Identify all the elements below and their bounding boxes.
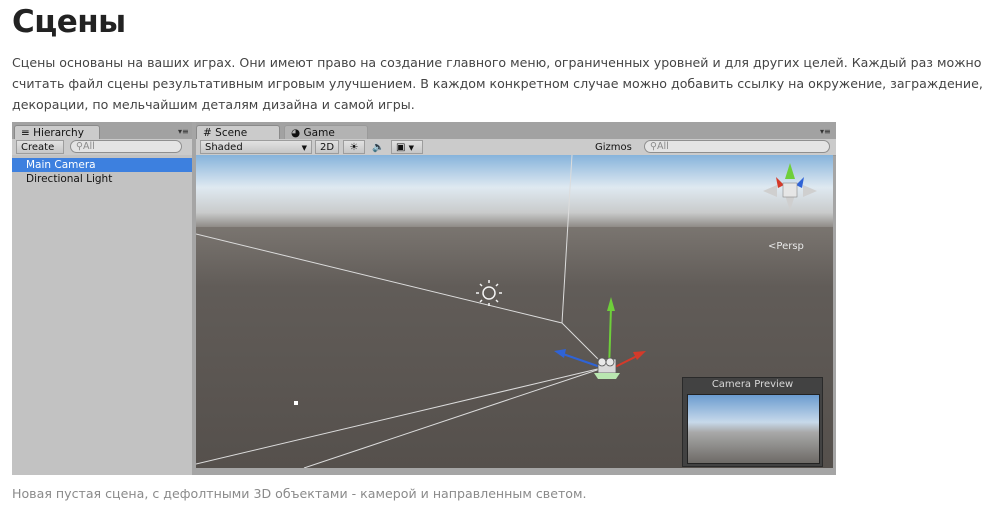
tab-game[interactable]: ◕ Game <box>284 125 368 140</box>
tab-scene[interactable]: # Scene <box>196 125 280 140</box>
mode-2d-toggle[interactable]: 2D <box>315 140 339 154</box>
panel-menu-icon[interactable]: ▾≡ <box>178 128 189 136</box>
sky <box>196 155 833 227</box>
sun-icon: ☀ <box>349 142 359 153</box>
tab-hierarchy[interactable]: ≡ Hierarchy <box>14 125 100 140</box>
panel-menu-icon[interactable]: ▾≡ <box>820 128 831 136</box>
page-title: Сцены <box>12 4 126 40</box>
camera-preview-image <box>687 394 820 464</box>
hierarchy-list: Main Camera Directional Light <box>12 155 192 475</box>
lighting-toggle[interactable]: ☀ <box>343 140 365 154</box>
figure-caption: Новая пустая сцена, с дефолтными 3D объе… <box>12 486 587 501</box>
point-marker <box>294 401 298 405</box>
gizmos-dropdown[interactable]: Gizmos ▼ <box>590 140 642 166</box>
projection-label[interactable]: <Persp <box>768 241 804 252</box>
hierarchy-search-placeholder: All <box>82 141 95 152</box>
list-icon: ≡ <box>21 127 30 139</box>
speaker-icon: 🔈 <box>372 142 385 153</box>
camera-preview-title: Camera Preview <box>711 379 794 390</box>
effects-dropdown[interactable]: ▣ ▼ <box>391 140 423 154</box>
shading-mode-dropdown[interactable]: Shaded ▼ <box>200 140 312 154</box>
audio-toggle[interactable]: 🔈 <box>367 140 387 154</box>
scene-tabstrip: # Scene ◕ Game ▾≡ <box>196 122 836 140</box>
hierarchy-tabstrip: ≡ Hierarchy ▾≡ <box>12 122 192 140</box>
chevron-down-icon: ▼ <box>301 144 307 152</box>
create-dropdown[interactable]: Create ▼ <box>16 140 64 166</box>
unity-editor-screenshot: ≡ Hierarchy ▾≡ Create ▼ ⚲All Main Camera… <box>12 122 836 475</box>
hierarchy-item-directional-light[interactable]: Directional Light <box>12 172 192 186</box>
tab-hierarchy-label: Hierarchy <box>33 127 84 139</box>
scene-viewport[interactable]: <Persp Camera Preview <box>196 155 833 468</box>
projection-text: Persp <box>776 241 804 252</box>
search-icon: ⚲ <box>76 141 83 152</box>
pacman-icon: ◕ <box>291 127 301 139</box>
scene-search-placeholder: All <box>656 141 669 152</box>
search-icon: ⚲ <box>650 141 657 152</box>
hash-icon: # <box>203 127 212 139</box>
chevron-down-icon: ▼ <box>408 144 415 152</box>
tab-game-label: Game <box>303 127 335 139</box>
hierarchy-toolbar: Create ▼ ⚲All <box>12 139 192 166</box>
scene-search-input[interactable]: ⚲All <box>644 140 830 153</box>
tab-scene-label: Scene <box>215 127 248 139</box>
create-label: Create <box>21 142 55 153</box>
camera-object-icon[interactable] <box>594 357 620 379</box>
hierarchy-search-input[interactable]: ⚲All <box>70 140 182 153</box>
hierarchy-item-main-camera[interactable]: Main Camera <box>12 158 192 172</box>
camera-preview-panel: Camera Preview <box>682 377 823 467</box>
gizmos-label: Gizmos <box>595 142 632 153</box>
shading-mode-label: Shaded <box>205 142 243 153</box>
image-icon: ▣ <box>396 142 406 153</box>
scene-toolbar: Shaded ▼ 2D ☀ 🔈 ▣ ▼ Gizmos ▼ ⚲All <box>196 139 836 166</box>
intro-paragraph: Сцены основаны на ваших играх. Они имеют… <box>12 55 983 112</box>
